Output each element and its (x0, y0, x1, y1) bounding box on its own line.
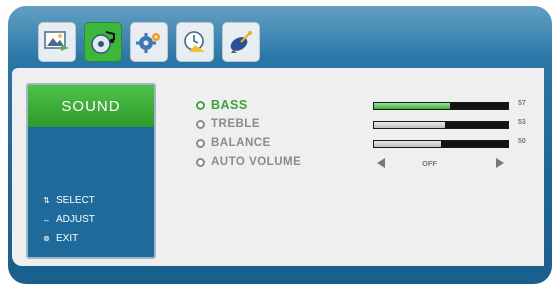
bullet-icon (196, 158, 205, 167)
menu-tabs (38, 22, 260, 68)
slider-fill (374, 141, 441, 147)
help-adjust: ↔ ADJUST (42, 210, 95, 229)
setting-label: BALANCE (211, 137, 271, 149)
tab-sound[interactable] (84, 22, 122, 62)
help-legend: ⇅ SELECT ↔ ADJUST ⊗ EXIT (42, 191, 95, 248)
bullet-icon (196, 101, 205, 110)
help-exit: ⊗ EXIT (42, 229, 95, 248)
slider-fill (374, 122, 446, 128)
setting-value: 50 (518, 138, 526, 145)
setting-value: 53 (518, 119, 526, 126)
bullet-icon (196, 120, 205, 129)
setting-label: AUTO VOLUME (211, 156, 302, 168)
left-arrow-icon[interactable] (377, 158, 385, 168)
picture-icon (43, 29, 71, 55)
setting-treble[interactable]: TREBLE 53 (196, 116, 536, 135)
balance-slider[interactable] (373, 140, 509, 148)
right-arrow-icon[interactable] (496, 158, 504, 168)
treble-slider[interactable] (373, 121, 509, 129)
help-select: ⇅ SELECT (42, 191, 95, 210)
sound-settings-list: BASS 57 TREBLE 53 BALANCE 50 AUTO VOLUME… (196, 97, 536, 173)
tab-setup[interactable] (130, 22, 168, 62)
time-clock-icon (181, 29, 209, 55)
setup-gear-icon (135, 29, 163, 55)
sidebar: SOUND ⇅ SELECT ↔ ADJUST ⊗ EXIT (26, 83, 156, 259)
setting-bass[interactable]: BASS 57 (196, 97, 536, 116)
help-select-text: SELECT (56, 195, 95, 206)
channel-satellite-icon (227, 29, 255, 55)
sound-icon (89, 29, 117, 55)
help-adjust-text: ADJUST (56, 214, 95, 225)
slider-fill (374, 103, 451, 109)
setting-balance[interactable]: BALANCE 50 (196, 135, 536, 154)
leftright-arrows-icon: ↔ (42, 215, 51, 224)
auto-volume-value: OFF (422, 159, 437, 168)
bass-slider[interactable] (373, 102, 509, 110)
section-title: SOUND (28, 85, 154, 127)
updown-arrows-icon: ⇅ (43, 196, 50, 205)
tab-time[interactable] (176, 22, 214, 62)
bullet-icon (196, 139, 205, 148)
tab-picture[interactable] (38, 22, 76, 62)
help-exit-text: EXIT (56, 233, 79, 244)
setting-auto-volume[interactable]: AUTO VOLUME OFF (196, 154, 536, 173)
setting-label: TREBLE (211, 118, 260, 130)
exit-icon: ⊗ (43, 234, 50, 243)
tab-channel[interactable] (222, 22, 260, 62)
setting-label: BASS (211, 98, 248, 112)
setting-value: 57 (518, 100, 526, 107)
